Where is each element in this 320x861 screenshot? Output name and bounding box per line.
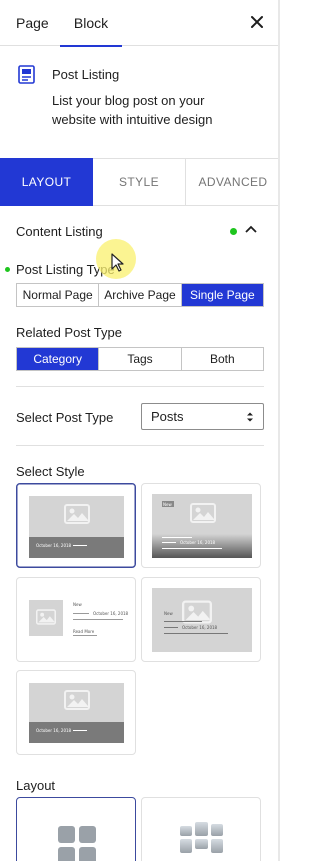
sidebar-header-tabs: Page Block bbox=[0, 0, 280, 47]
layout-label: Layout bbox=[16, 778, 56, 793]
image-icon bbox=[64, 690, 90, 710]
title-line bbox=[164, 621, 202, 622]
chevron-up-icon[interactable] bbox=[244, 224, 258, 234]
tab-style[interactable]: STYLE bbox=[93, 159, 186, 206]
style-card-1[interactable]: October 16, 2018 bbox=[16, 483, 136, 568]
option-both[interactable]: Both bbox=[182, 348, 263, 370]
read-more-underline bbox=[73, 635, 97, 636]
option-archive-page[interactable]: Archive Page bbox=[99, 284, 182, 306]
option-single-page[interactable]: Single Page bbox=[181, 284, 263, 306]
new-badge-text: New bbox=[164, 611, 173, 616]
mouse-pointer-icon bbox=[111, 253, 124, 272]
divider bbox=[16, 445, 264, 446]
excerpt-line bbox=[162, 548, 222, 549]
post-type-select[interactable]: Posts bbox=[141, 403, 264, 430]
block-info: Post Listing List your blog post on your… bbox=[0, 46, 280, 158]
tab-block-label: Block bbox=[73, 15, 109, 31]
meta-line bbox=[164, 627, 178, 628]
post-listing-icon bbox=[18, 65, 35, 84]
content-listing-title[interactable]: Content Listing bbox=[16, 224, 103, 239]
modified-dot-small bbox=[5, 267, 10, 272]
masonry-layout-icon bbox=[180, 822, 223, 853]
style-card-3[interactable]: New October 16, 2018 Read More bbox=[16, 577, 136, 662]
grid-layout-icon bbox=[58, 826, 96, 861]
related-post-type-selector: Category Tags Both bbox=[16, 347, 264, 371]
post-listing-type-selector: Normal Page Archive Page Single Page bbox=[16, 283, 264, 307]
option-category[interactable]: Category bbox=[17, 348, 100, 370]
tab-page[interactable]: Page bbox=[16, 0, 49, 46]
excerpt-line bbox=[73, 619, 123, 620]
modified-dot bbox=[230, 228, 237, 235]
post-date: October 16, 2018 bbox=[36, 543, 72, 548]
read-more-link: Read More bbox=[73, 629, 95, 634]
layout-grid-option[interactable] bbox=[16, 797, 136, 861]
tab-advanced[interactable]: ADVANCED bbox=[186, 159, 280, 206]
new-badge-text: New bbox=[163, 502, 172, 507]
post-date: October 16, 2018 bbox=[93, 611, 129, 616]
image-icon bbox=[64, 504, 90, 524]
option-tags[interactable]: Tags bbox=[99, 348, 182, 370]
post-type-select-value: Posts bbox=[151, 409, 184, 424]
title-line bbox=[162, 537, 192, 538]
meta-line bbox=[73, 730, 87, 731]
style-card-4[interactable]: New October 16, 2018 bbox=[141, 577, 261, 662]
meta-line bbox=[162, 542, 176, 543]
panel-scrollbar[interactable] bbox=[278, 0, 280, 861]
tab-block[interactable]: Block bbox=[60, 0, 122, 47]
meta-line bbox=[73, 545, 87, 546]
style-card-5[interactable]: October 16, 2018 bbox=[16, 670, 136, 755]
divider bbox=[16, 386, 264, 387]
meta-line bbox=[73, 613, 89, 614]
image-icon bbox=[36, 609, 56, 625]
select-arrows-icon bbox=[247, 412, 253, 422]
close-icon[interactable] bbox=[248, 13, 266, 31]
block-description: List your blog post on your website with… bbox=[52, 93, 213, 127]
layout-masonry-option[interactable] bbox=[141, 797, 261, 861]
style-card-2[interactable]: New October 16, 2018 bbox=[141, 483, 261, 568]
post-date: October 16, 2018 bbox=[36, 728, 72, 733]
option-normal-page[interactable]: Normal Page bbox=[17, 284, 100, 306]
related-post-type-label: Related Post Type bbox=[16, 325, 122, 340]
tab-layout[interactable]: LAYOUT bbox=[0, 158, 93, 206]
image-icon bbox=[190, 503, 216, 523]
post-date: October 16, 2018 bbox=[180, 540, 216, 545]
new-badge-text: New bbox=[73, 602, 82, 607]
panel-tabs: LAYOUT STYLE ADVANCED bbox=[0, 158, 280, 206]
block-title: Post Listing bbox=[52, 67, 120, 82]
excerpt-line bbox=[164, 633, 228, 634]
select-post-type-label: Select Post Type bbox=[16, 410, 114, 425]
select-style-label: Select Style bbox=[16, 464, 85, 479]
post-date: October 16, 2018 bbox=[182, 625, 218, 630]
